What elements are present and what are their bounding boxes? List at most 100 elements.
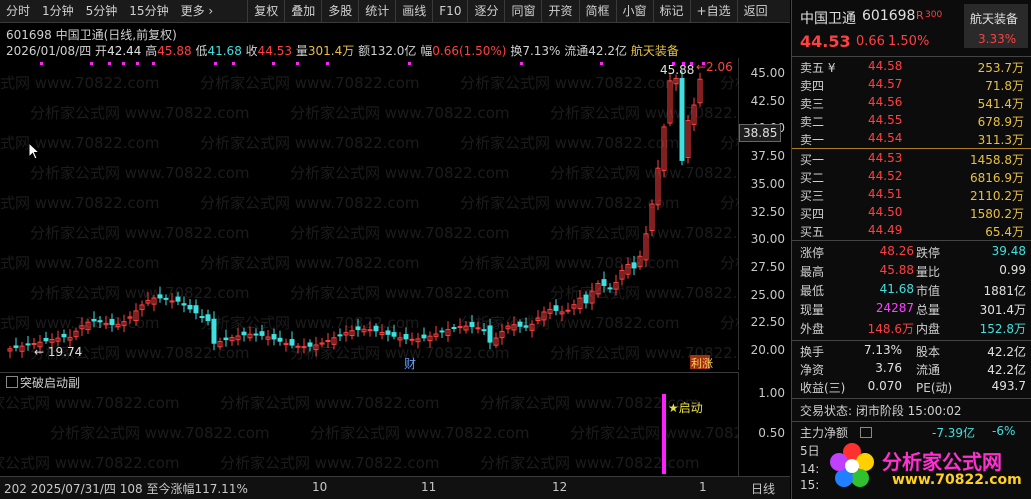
event-zhang-label: 利涨	[691, 357, 713, 370]
period-label[interactable]: 日线	[751, 480, 775, 497]
event-cai-label: 财	[404, 357, 416, 370]
stock-code: 601698	[862, 8, 916, 24]
watermark-text: 分析家公式网 www.70822.com	[480, 454, 700, 472]
watermark-text: 分析家公式网 www.70822.com	[460, 254, 680, 272]
watermark-text: 分析家公式网 www.70822.com	[50, 424, 270, 442]
watermark-text: 分析家公式网 www.70822.com	[460, 194, 680, 212]
candle-body	[583, 294, 589, 304]
watermark-text: 分析家公式网 www.70822.com	[200, 134, 420, 152]
candle-body	[157, 294, 163, 299]
signal-label: ★启动	[668, 401, 703, 415]
toolbar-item-8[interactable]: 统计	[358, 0, 395, 22]
watermark-text: 分析家公式网 www.70822.com	[460, 134, 680, 152]
watermark-text: 分析家公式网 www.70822.com	[200, 314, 420, 332]
watermark-text: 分析家公式网 www.70822.com	[290, 104, 510, 122]
candle-body	[211, 318, 217, 344]
candle-body	[163, 297, 169, 300]
watermark-text: 分析家公式网 www.70822.com	[570, 424, 738, 442]
main-flow-toggle-icon[interactable]	[860, 427, 872, 438]
signal-marker	[296, 62, 299, 65]
ask-row: 卖三 44.56 541.4万	[800, 95, 1024, 111]
toolbar-item-14[interactable]: 简框	[578, 0, 616, 22]
toolbar-item-2[interactable]: 5分钟	[80, 0, 124, 22]
bid-row: 买五 44.49 65.4万	[800, 223, 1024, 239]
toolbar-item-4[interactable]: 更多 ›	[175, 0, 220, 22]
ask-row: 卖二 44.55 678.9万	[800, 113, 1024, 129]
candle-body	[61, 333, 67, 338]
ask-row: 卖四 44.57 71.8万	[800, 77, 1024, 93]
price-tick: 32.50	[750, 204, 785, 219]
watermark-text: 分析家公式网 www.70822.com	[720, 74, 738, 92]
signal-marker	[326, 62, 329, 65]
toolbar-item-12[interactable]: 同窗	[504, 0, 541, 22]
stats-row: 最高 45.88 量比 0.99	[800, 263, 1026, 279]
toolbar-item-18[interactable]: 返回	[736, 0, 774, 22]
toolbar-item-7[interactable]: 多股	[321, 0, 358, 22]
toolbar-item-1[interactable]: 1分钟	[36, 0, 80, 22]
watermark-text: 分析家公式网 www.70822.com	[550, 104, 738, 122]
price-tick: 45.00	[750, 66, 785, 80]
stats2-row: 收益(三) 0.070 PE(动) 493.7	[800, 379, 1026, 395]
toolbar-item-6[interactable]: 叠加	[284, 0, 321, 22]
price-tick: 20.00	[750, 343, 785, 357]
toolbar-item-9[interactable]: 画线	[395, 0, 432, 22]
high-value: 45.88	[157, 44, 192, 58]
watermark-text: 分析家公式网 www.70822.com	[0, 194, 160, 212]
toolbar-item-15[interactable]: 小窗	[615, 0, 653, 22]
toolbar-item-11[interactable]: 逐分	[467, 0, 504, 22]
site-logo: 分析家公式网 www.70822.com	[826, 438, 1030, 496]
price-change-pct: 1.50%	[888, 34, 930, 49]
max-arrow-label: ←2.06	[696, 60, 733, 74]
toolbar-item-0[interactable]: 分时	[0, 0, 36, 22]
ask-row: 卖一 44.54 311.3万	[800, 131, 1024, 147]
amplitude-value: 0.66(1.50%)	[432, 44, 507, 58]
candle-body	[175, 296, 181, 302]
bid-row: 买四 44.50 1580.2万	[800, 205, 1024, 221]
candle-body	[223, 337, 229, 341]
watermark-text: 分析家公式网 www.70822.com	[290, 284, 510, 302]
sub-axis: 1.00 0.50	[738, 372, 791, 476]
sub-ytick: 1.00	[758, 386, 785, 400]
date-label: 2026/01/08/四	[6, 44, 92, 58]
price-tick: 27.50	[750, 259, 785, 274]
signal-marker	[122, 62, 125, 65]
price-tick: 25.00	[750, 287, 785, 302]
toolbar-item-10[interactable]: F10	[432, 0, 467, 22]
watermark-text: 分析家公式网 www.70822.com	[0, 74, 160, 92]
watermark-text: 分析家公式网 www.70822.com	[720, 194, 738, 212]
watermark-text: 分析家公式网 www.70822.com	[30, 224, 250, 242]
price-change: 0.66	[856, 34, 885, 49]
concept-tag[interactable]: 航天装备	[631, 44, 679, 58]
candlestick-chart[interactable]: 分析家公式网 www.70822.com 分析家公式网 www.70822.com…	[0, 58, 738, 370]
signal-marker	[520, 62, 523, 65]
candle-body	[523, 325, 529, 328]
candle-body	[97, 320, 103, 323]
signal-marker	[232, 62, 235, 65]
sub-chart-toggle-icon[interactable]	[6, 376, 18, 388]
candle-body	[325, 339, 331, 342]
time-axis-bar: 202 2025/07/31/四 108 至今涨幅117.11% 10 11 1…	[0, 476, 790, 499]
month-label: 10	[312, 480, 328, 494]
signal-marker	[272, 62, 275, 65]
toolbar-item-5[interactable]: 复权	[247, 0, 284, 22]
stats-row: 外盘 148.6万 内盘 152.8万	[800, 322, 1026, 336]
chart-header: 601698 中国卫通(日线,前复权)	[6, 28, 177, 42]
candle-body	[385, 330, 391, 335]
ask-row: 卖五 ¥44.58 253.7万	[800, 59, 1024, 75]
price-tick: 22.50	[750, 315, 785, 330]
candle-body	[169, 300, 175, 303]
toolbar-item-3[interactable]: 15分钟	[123, 0, 174, 22]
candle-body	[421, 334, 427, 339]
signal-chart: 分析家公式网 www.70822.com 分析家公式网 www.70822.com…	[0, 394, 738, 474]
watermark-text: 分析家公式网 www.70822.com	[200, 254, 420, 272]
candle-body	[553, 305, 559, 311]
candle-body	[409, 338, 415, 341]
watermark-text: 分析家公式网 www.70822.com	[0, 254, 160, 272]
watermark-text: 分析家公式网 www.70822.com	[720, 134, 738, 152]
day5-label: 5日	[800, 444, 820, 458]
toolbar-item-16[interactable]: 标记	[652, 0, 690, 22]
toolbar-item-13[interactable]: 开资	[541, 0, 578, 22]
max-price-label: 45.88	[660, 63, 694, 77]
stats-row: 最低 41.68 市值 1881亿	[800, 282, 1026, 298]
toolbar-item-17[interactable]: +自选	[689, 0, 737, 22]
